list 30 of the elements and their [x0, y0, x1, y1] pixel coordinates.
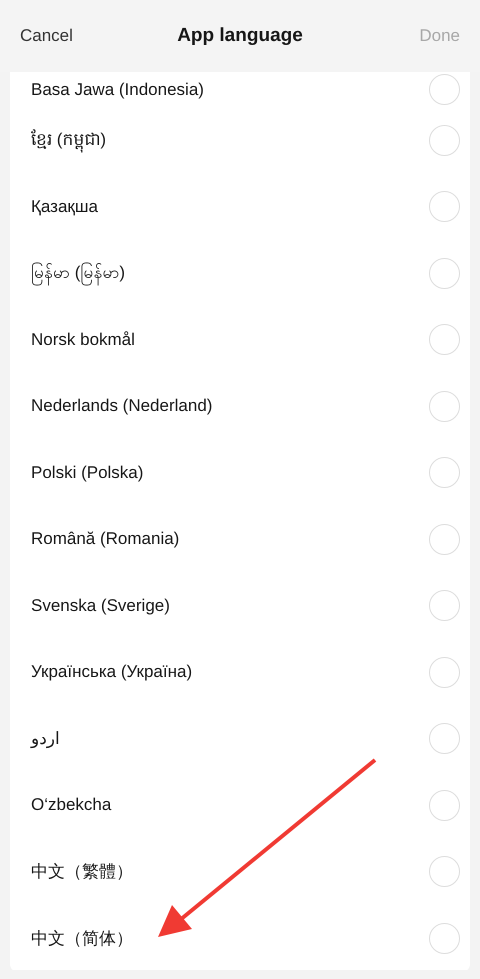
radio-button[interactable] — [429, 922, 460, 954]
language-name[interactable]: Қазақша — [31, 196, 98, 217]
radio-button[interactable] — [429, 524, 460, 555]
language-name[interactable]: မြန်မာ (မြန်မာ) — [31, 260, 126, 286]
language-name[interactable]: Svenska (Sverige) — [31, 596, 170, 616]
cancel-button[interactable]: Cancel — [20, 26, 73, 46]
language-name[interactable]: Nederlands (Nederland) — [31, 396, 212, 416]
language-name[interactable]: 中文（简体） — [31, 926, 133, 950]
language-name[interactable]: Українська (Україна) — [31, 662, 192, 682]
language-name[interactable]: Norsk bokmål — [31, 330, 135, 350]
language-name[interactable]: Basa Jawa (Indonesia) — [31, 80, 204, 100]
radio-button[interactable] — [429, 191, 460, 222]
radio-button[interactable] — [429, 124, 460, 156]
language-name[interactable]: Polski (Polska) — [31, 462, 144, 483]
radio-button[interactable] — [429, 590, 460, 622]
language-name[interactable]: O‘zbekcha — [31, 795, 112, 816]
language-name[interactable]: ខ្មែរ (កម្ពុជា) — [31, 128, 106, 153]
radio-button[interactable] — [429, 457, 460, 488]
language-name[interactable]: Română (Romania) — [31, 529, 180, 550]
language-name[interactable]: اردو — [31, 728, 60, 749]
language-name[interactable]: 中文（繁體） — [31, 860, 133, 884]
radio-button[interactable] — [429, 790, 460, 821]
radio-button[interactable] — [429, 74, 460, 105]
radio-button[interactable] — [429, 390, 460, 422]
radio-button[interactable] — [429, 324, 460, 356]
page-title: App language — [177, 25, 303, 47]
radio-button[interactable] — [429, 258, 460, 289]
radio-button[interactable] — [429, 656, 460, 688]
radio-button[interactable] — [429, 723, 460, 754]
radio-button[interactable] — [429, 856, 460, 888]
